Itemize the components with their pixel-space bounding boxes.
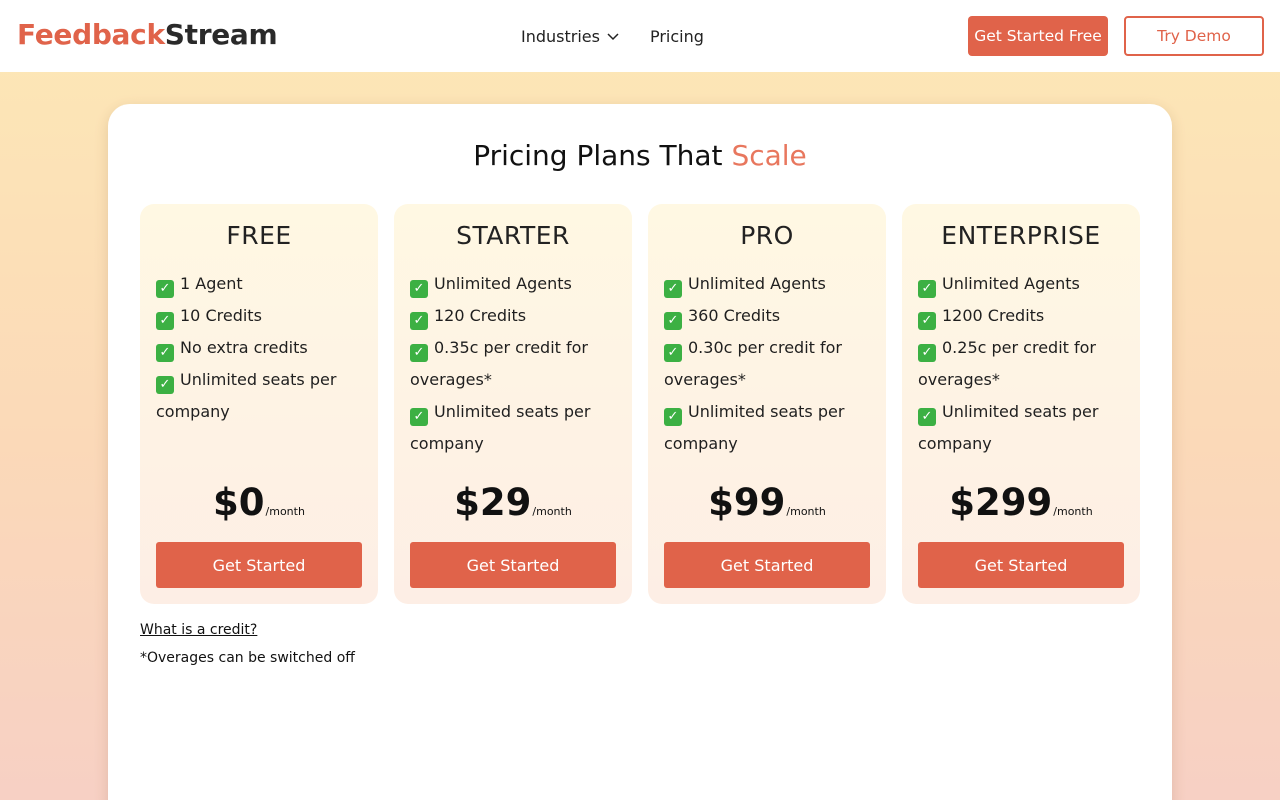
check-mark-icon: ✓ [918, 312, 936, 330]
feature-item: ✓ No extra credits [156, 332, 362, 364]
feature-text: 120 Credits [434, 306, 527, 325]
feature-item: ✓ 0.30c per credit for overages* [664, 332, 870, 396]
feature-text: Unlimited seats per company [410, 402, 591, 453]
feature-list: ✓ Unlimited Agents ✓ 1200 Credits ✓ 0.25c p… [918, 268, 1124, 460]
check-mark-icon: ✓ [410, 408, 428, 426]
check-mark-icon: ✓ [664, 312, 682, 330]
price-period: /month [1053, 505, 1093, 518]
check-mark-icon: ✓ [410, 312, 428, 330]
plan-enterprise: ENTERPRISE ✓ Unlimited Agents ✓ 1200 Credi… [902, 204, 1140, 604]
plan-price: $0/month [140, 480, 378, 535]
feature-item: ✓ Unlimited seats per company [664, 396, 870, 460]
price-amount: $99 [708, 481, 786, 524]
plan-name: STARTER [456, 221, 570, 250]
plan-free: FREE ✓ 1 Agent ✓ 10 Credits ✓ No extra cred… [140, 204, 378, 604]
check-mark-icon: ✓ [664, 280, 682, 298]
feature-item: ✓ Unlimited Agents [918, 268, 1124, 300]
feature-text: No extra credits [180, 338, 308, 357]
feature-text: Unlimited seats per company [156, 370, 337, 421]
nav-pricing-link[interactable]: Pricing [650, 27, 704, 46]
page-title-accent: Scale [731, 139, 807, 172]
get-started-free-button[interactable]: Get Started Free [968, 16, 1108, 56]
check-mark-icon: ✓ [918, 280, 936, 298]
feature-text: 0.30c per credit for overages* [664, 338, 842, 389]
nav-pricing-label: Pricing [649, 26, 704, 46]
price-period: /month [265, 505, 305, 518]
get-started-button-starter[interactable]: Get Started [410, 542, 616, 588]
price-amount: $299 [949, 481, 1053, 524]
feature-text: 1 Agent [180, 274, 243, 293]
check-mark-icon: ✓ [156, 312, 174, 330]
feature-item: ✓ 120 Credits [410, 300, 616, 332]
nav-industries-label: Industries [521, 26, 600, 46]
logo[interactable]: FeedbackStream [17, 16, 278, 54]
feature-item: ✓ 0.25c per credit for overages* [918, 332, 1124, 396]
feature-item: ✓ 10 Credits [156, 300, 362, 332]
feature-text: Unlimited Agents [942, 274, 1080, 293]
try-demo-button[interactable]: Try Demo [1124, 16, 1264, 56]
logo-part-feedback: Feedback [17, 18, 165, 51]
feature-list: ✓ 1 Agent ✓ 10 Credits ✓ No extra credits ✓… [156, 268, 362, 428]
feature-text: 1200 Credits [942, 306, 1045, 325]
feature-list: ✓ Unlimited Agents ✓ 120 Credits ✓ 0.35c pe… [410, 268, 616, 460]
plan-price: $299/month [902, 480, 1140, 535]
page-title-prefix: Pricing Plans That [473, 139, 732, 172]
price-amount: $0 [213, 481, 265, 524]
feature-item: ✓ 1 Agent [156, 268, 362, 300]
feature-text: 0.25c per credit for overages* [918, 338, 1096, 389]
page-title: Pricing Plans That Scale [108, 138, 1172, 174]
check-mark-icon: ✓ [664, 344, 682, 362]
check-mark-icon: ✓ [410, 344, 428, 362]
plan-pro: PRO ✓ Unlimited Agents ✓ 360 Credits ✓ 0.30… [648, 204, 886, 604]
feature-text: 360 Credits [688, 306, 781, 325]
price-period: /month [532, 505, 572, 518]
feature-item: ✓ 0.35c per credit for overages* [410, 332, 616, 396]
logo-part-stream: Stream [164, 18, 278, 51]
nav-industries-dropdown[interactable]: Industries [521, 27, 620, 46]
pricing-card: Pricing Plans That Scale FREE ✓ 1 Agent ✓… [108, 104, 1172, 800]
check-mark-icon: ✓ [156, 344, 174, 362]
get-started-button-free[interactable]: Get Started [156, 542, 362, 588]
price-amount: $29 [454, 481, 532, 524]
chevron-down-icon [606, 29, 620, 43]
feature-list: ✓ Unlimited Agents ✓ 360 Credits ✓ 0.30c pe… [664, 268, 870, 460]
feature-item: ✓ Unlimited Agents [664, 268, 870, 300]
plan-name: FREE [226, 221, 292, 250]
plan-price: $29/month [394, 480, 632, 535]
feature-item: ✓ Unlimited seats per company [410, 396, 616, 460]
check-mark-icon: ✓ [918, 408, 936, 426]
feature-text: 10 Credits [180, 306, 262, 325]
plan-price: $99/month [648, 480, 886, 535]
feature-text: Unlimited Agents [434, 274, 572, 293]
plan-name: ENTERPRISE [941, 221, 1101, 250]
feature-text: 0.35c per credit for overages* [410, 338, 588, 389]
feature-item: ✓ Unlimited Agents [410, 268, 616, 300]
get-started-button-pro[interactable]: Get Started [664, 542, 870, 588]
feature-text: Unlimited seats per company [918, 402, 1099, 453]
feature-item: ✓ Unlimited seats per company [156, 364, 362, 428]
check-mark-icon: ✓ [156, 280, 174, 298]
check-mark-icon: ✓ [156, 376, 174, 394]
price-period: /month [786, 505, 826, 518]
check-mark-icon: ✓ [410, 280, 428, 298]
feature-text: Unlimited Agents [688, 274, 826, 293]
check-mark-icon: ✓ [918, 344, 936, 362]
feature-item: ✓ Unlimited seats per company [918, 396, 1124, 460]
plan-starter: STARTER ✓ Unlimited Agents ✓ 120 Credits ✓… [394, 204, 632, 604]
what-is-a-credit-link[interactable]: What is a credit? [140, 620, 257, 640]
feature-item: ✓ 360 Credits [664, 300, 870, 332]
feature-item: ✓ 1200 Credits [918, 300, 1124, 332]
main-nav: Industries Pricing [521, 24, 704, 48]
top-navbar: FeedbackStream Industries Pricing Get St… [0, 0, 1280, 72]
overages-footnote: *Overages can be switched off [140, 650, 355, 666]
feature-text: Unlimited seats per company [664, 402, 845, 453]
plan-name: PRO [740, 221, 794, 250]
check-mark-icon: ✓ [664, 408, 682, 426]
get-started-button-enterprise[interactable]: Get Started [918, 542, 1124, 588]
